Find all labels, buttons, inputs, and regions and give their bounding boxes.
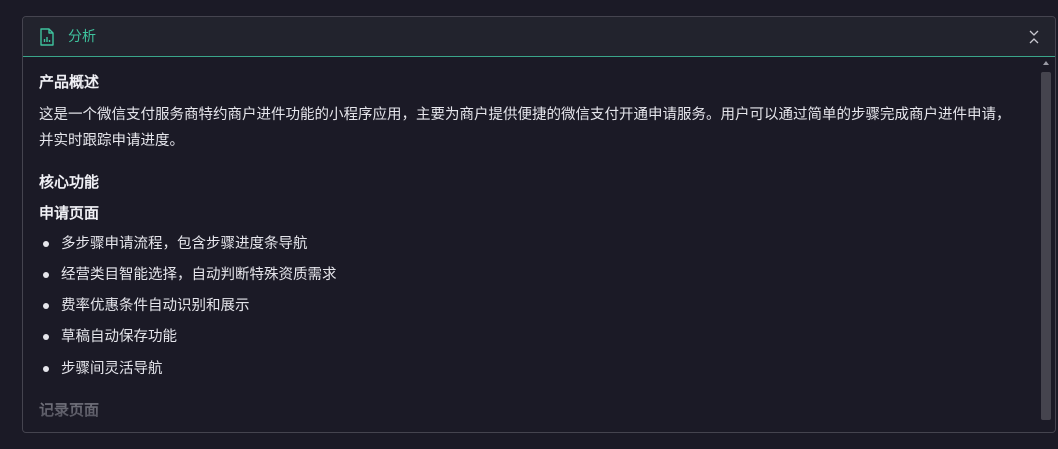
bullet-icon: [43, 366, 49, 372]
chart-document-icon: [40, 28, 54, 46]
apply-page-heading: 申请页面: [39, 204, 100, 222]
analysis-content[interactable]: 产品概述 这是一个微信支付服务商特约商户进件功能的小程序应用，主要为商户提供便捷…: [23, 58, 1055, 432]
analysis-panel: 分析 产品概述 这是一个微信支付服务商特约商户进件功能的小程序应用，主要为商户提…: [22, 16, 1056, 433]
list-item-text: 经营类目智能选择，自动判断特殊资质需求: [61, 267, 337, 283]
panel-header[interactable]: 分析: [23, 17, 1055, 57]
overview-paragraph: 这是一个微信支付服务商特约商户进件功能的小程序应用，主要为商户提供便捷的微信支付…: [39, 107, 1011, 149]
bullet-icon: [43, 241, 49, 247]
core-features-heading: 核心功能: [39, 173, 100, 191]
list-item-text: 多步骤申请流程，包含步骤进度条导航: [61, 236, 308, 252]
scroll-up-arrow-icon[interactable]: [1043, 61, 1049, 65]
panel-title: 分析: [68, 29, 96, 45]
list-item-text: 草稿自动保存功能: [61, 329, 177, 345]
list-item-text: 费率优惠条件自动识别和展示: [61, 298, 250, 314]
content-fade: [23, 392, 1055, 432]
bullet-icon: [43, 303, 49, 309]
scrollbar-thumb[interactable]: [1041, 72, 1051, 420]
record-page-heading: 记录页面: [39, 401, 100, 419]
overview-heading: 产品概述: [39, 73, 100, 91]
list-item-text: 步骤间灵活导航: [61, 361, 163, 377]
bullet-icon: [43, 272, 49, 278]
scrollbar[interactable]: [1041, 58, 1053, 430]
collapse-chevrons-icon[interactable]: [1027, 29, 1041, 45]
bullet-icon: [43, 334, 49, 340]
